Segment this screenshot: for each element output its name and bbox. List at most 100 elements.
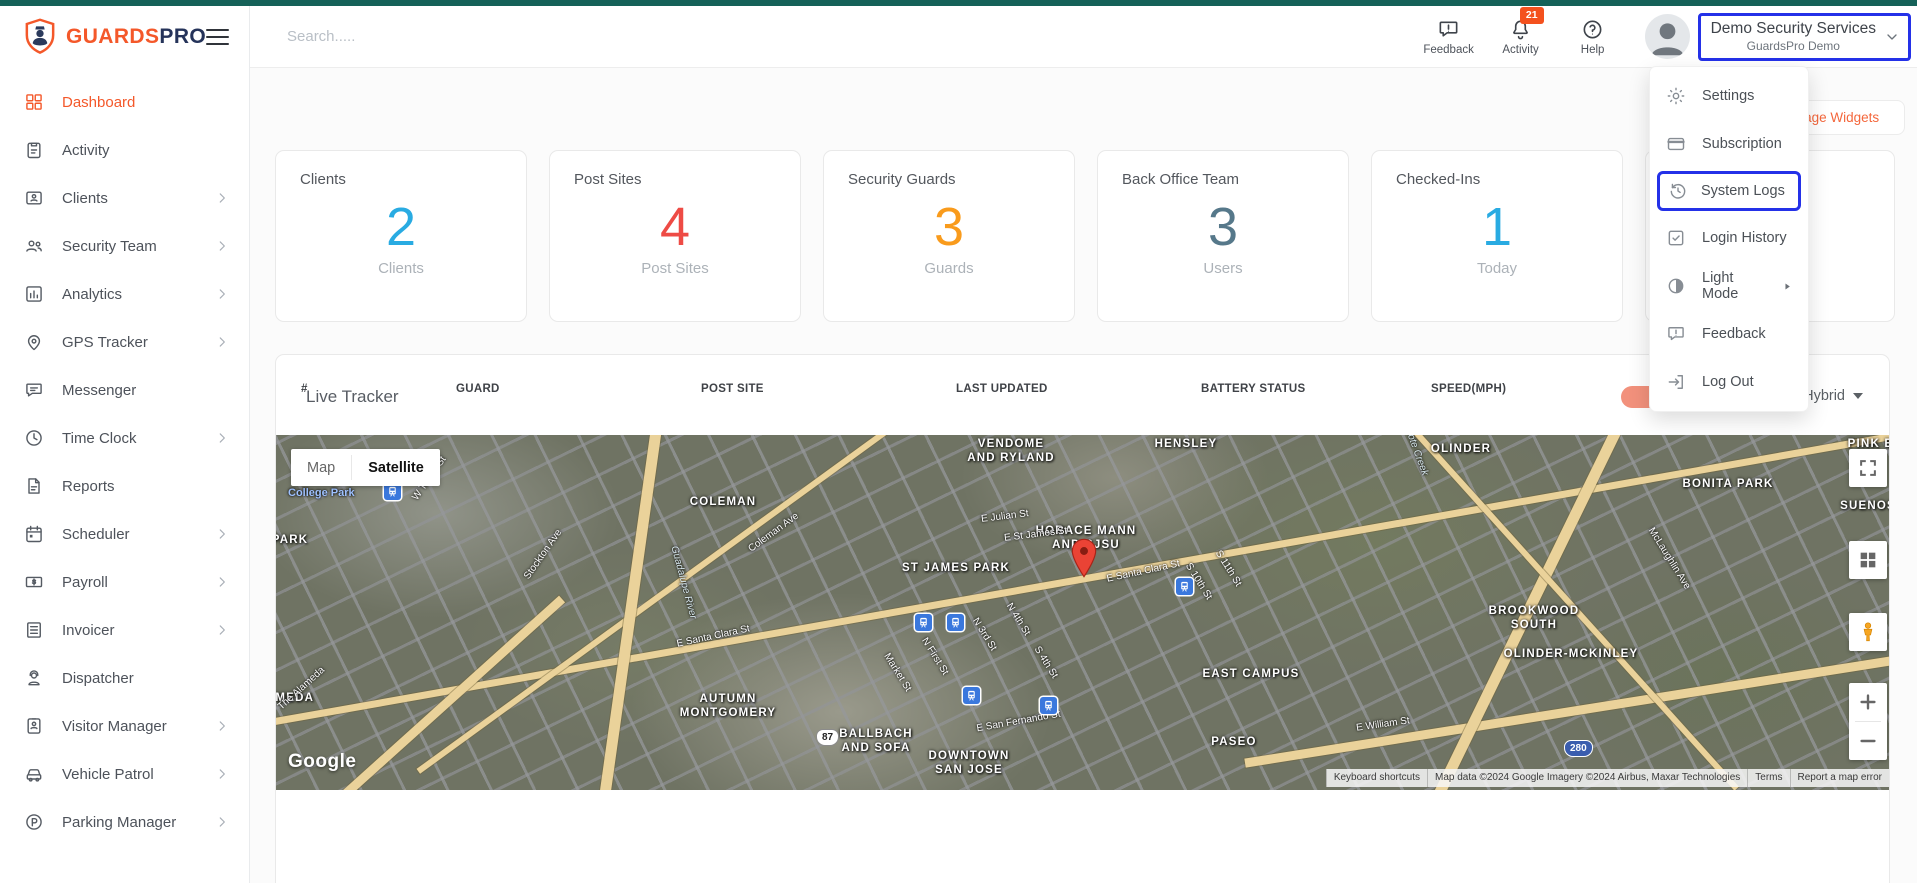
calendar-icon xyxy=(24,524,44,544)
transit-station-marker[interactable] xyxy=(1176,578,1193,595)
map-canvas[interactable]: VENDOME AND RYLAND HENSLEY OLINDER PINK … xyxy=(276,435,1889,790)
card-sublabel: Clients xyxy=(378,260,424,277)
activity-button[interactable]: 21 Activity xyxy=(1485,6,1557,56)
map-street-label: N 4th St xyxy=(1003,601,1033,638)
keyboard-shortcuts-link[interactable]: Keyboard shortcuts xyxy=(1325,769,1427,787)
menu-item-login-history[interactable]: Login History xyxy=(1650,214,1808,262)
col-header-last-updated: LAST UPDATED xyxy=(956,383,1048,395)
card-sublabel: Guards xyxy=(924,260,974,277)
map-area-label: DOWNTOWN xyxy=(928,750,1010,762)
train-icon xyxy=(949,616,962,629)
brand-name: GUARDSPRO xyxy=(66,25,206,49)
map-station-label: College Park xyxy=(288,487,355,499)
map-area-label: VENDOME xyxy=(977,438,1045,450)
transit-station-marker[interactable] xyxy=(963,687,980,704)
map-type-control: Map Satellite xyxy=(291,449,440,486)
clock-icon xyxy=(24,428,44,448)
credit-card-icon xyxy=(1666,134,1686,154)
col-header-battery-status: BATTERY STATUS xyxy=(1201,383,1306,395)
live-tracker-panel: Live Tracker Hybrid VENDOME AND RYLAND H… xyxy=(275,354,1890,883)
terms-link[interactable]: Terms xyxy=(1747,769,1790,787)
avatar[interactable] xyxy=(1644,14,1690,59)
sidebar-item-activity[interactable]: Activity xyxy=(0,126,249,174)
sidebar-item-visitor-manager[interactable]: Visitor Manager xyxy=(0,702,249,750)
feedback-icon xyxy=(1666,324,1686,344)
contrast-icon xyxy=(1666,276,1686,296)
menu-item-settings[interactable]: Settings xyxy=(1650,72,1808,120)
train-icon xyxy=(917,616,930,629)
satellite-view-button[interactable]: Satellite xyxy=(352,449,440,486)
sidebar-item-label: Vehicle Patrol xyxy=(62,765,154,783)
report-map-error-link[interactable]: Report a map error xyxy=(1789,769,1889,787)
brand-logo[interactable]: GUARDSPRO xyxy=(22,18,206,56)
map-view-button[interactable]: Map xyxy=(291,449,351,486)
map-area-label: OLINDER xyxy=(1430,443,1492,455)
menu-item-subscription[interactable]: Subscription xyxy=(1650,120,1808,168)
sidebar-item-security-team[interactable]: Security Team xyxy=(0,222,249,270)
sidebar-item-analytics[interactable]: Analytics xyxy=(0,270,249,318)
sidebar-nav: Dashboard Activity Clients Security Team… xyxy=(0,68,249,846)
feedback-button[interactable]: Feedback xyxy=(1413,18,1485,56)
sidebar-item-dispatcher[interactable]: Dispatcher xyxy=(0,654,249,702)
sidebar-item-gps-tracker[interactable]: GPS Tracker xyxy=(0,318,249,366)
account-menu-trigger[interactable]: Demo Security Services GuardsPro Demo xyxy=(1697,12,1911,61)
zoom-in-button[interactable] xyxy=(1849,683,1887,721)
map-area-label: EAST CAMPUS xyxy=(1202,668,1300,680)
feedback-icon xyxy=(1437,18,1460,41)
fullscreen-button[interactable] xyxy=(1849,449,1887,487)
menu-item-system-logs[interactable]: System Logs xyxy=(1657,171,1801,211)
menu-item-light-mode[interactable]: Light Mode xyxy=(1650,262,1808,310)
chevron-right-icon xyxy=(215,767,229,781)
map-area-label: BONITA PARK xyxy=(1682,478,1774,490)
id-card-icon xyxy=(24,188,44,208)
pegman-control[interactable] xyxy=(1849,613,1887,651)
map-tiles-button[interactable] xyxy=(1849,541,1887,579)
submenu-arrow-icon xyxy=(1782,280,1792,293)
transit-station-marker[interactable] xyxy=(1040,697,1057,714)
sidebar-item-parking-manager[interactable]: Parking Manager xyxy=(0,798,249,846)
zoom-out-button[interactable] xyxy=(1849,722,1887,760)
sidebar-item-dashboard[interactable]: Dashboard xyxy=(0,78,249,126)
search-input[interactable] xyxy=(285,27,625,46)
sidebar-item-time-clock[interactable]: Time Clock xyxy=(0,414,249,462)
menu-item-label: Log Out xyxy=(1702,374,1754,390)
live-tracker-title: Live Tracker xyxy=(306,387,399,406)
caret-down-icon xyxy=(1853,393,1863,399)
sidebar-item-messenger[interactable]: Messenger xyxy=(0,366,249,414)
sidebar-item-vehicle-patrol[interactable]: Vehicle Patrol xyxy=(0,750,249,798)
card-value: 3 xyxy=(933,197,965,257)
sidebar-item-label: Dispatcher xyxy=(62,669,134,687)
activity-count-badge: 21 xyxy=(1519,6,1544,24)
menu-item-feedback[interactable]: Feedback xyxy=(1650,310,1808,358)
brand-name-guards: GUARDS xyxy=(66,25,160,48)
menu-item-log-out[interactable]: Log Out xyxy=(1650,358,1808,406)
map-street-label: McLaughlin Ave xyxy=(1645,525,1693,592)
map-area-label: AND SOFA xyxy=(841,742,911,754)
stat-card-back-office-team: Back Office Team 3 Users xyxy=(1097,150,1349,322)
feedback-label: Feedback xyxy=(1423,43,1474,56)
route-shield-280: 280 xyxy=(1564,740,1593,757)
logout-icon xyxy=(1666,372,1686,392)
sidebar-item-payroll[interactable]: Payroll xyxy=(0,558,249,606)
help-button[interactable]: Help xyxy=(1557,18,1629,56)
invoice-icon xyxy=(24,620,44,640)
sidebar-item-invoicer[interactable]: Invoicer xyxy=(0,606,249,654)
map-street-label: E Santa Clara St xyxy=(1105,558,1181,585)
map-road xyxy=(276,435,1889,765)
transit-station-marker[interactable] xyxy=(947,614,964,631)
sidebar-item-label: Activity xyxy=(62,141,110,159)
sidebar-item-label: Time Clock xyxy=(62,429,137,447)
parking-icon xyxy=(24,812,44,832)
sidebar-item-scheduler[interactable]: Scheduler xyxy=(0,510,249,558)
sidebar-item-clients[interactable]: Clients xyxy=(0,174,249,222)
card-sublabel: Users xyxy=(1203,260,1243,277)
map-type-dropdown[interactable]: Hybrid xyxy=(1803,388,1863,404)
card-sublabel: Post Sites xyxy=(641,260,709,277)
map-area-label: COLEMAN xyxy=(689,496,757,508)
transit-station-marker[interactable] xyxy=(915,614,932,631)
menu-item-label: Settings xyxy=(1702,88,1755,104)
map-street-label: E William St xyxy=(1355,715,1411,734)
sidebar-item-reports[interactable]: Reports xyxy=(0,462,249,510)
sidebar-toggle-hamburger-icon[interactable] xyxy=(206,24,229,49)
guard-location-pin-icon[interactable] xyxy=(1070,538,1098,578)
